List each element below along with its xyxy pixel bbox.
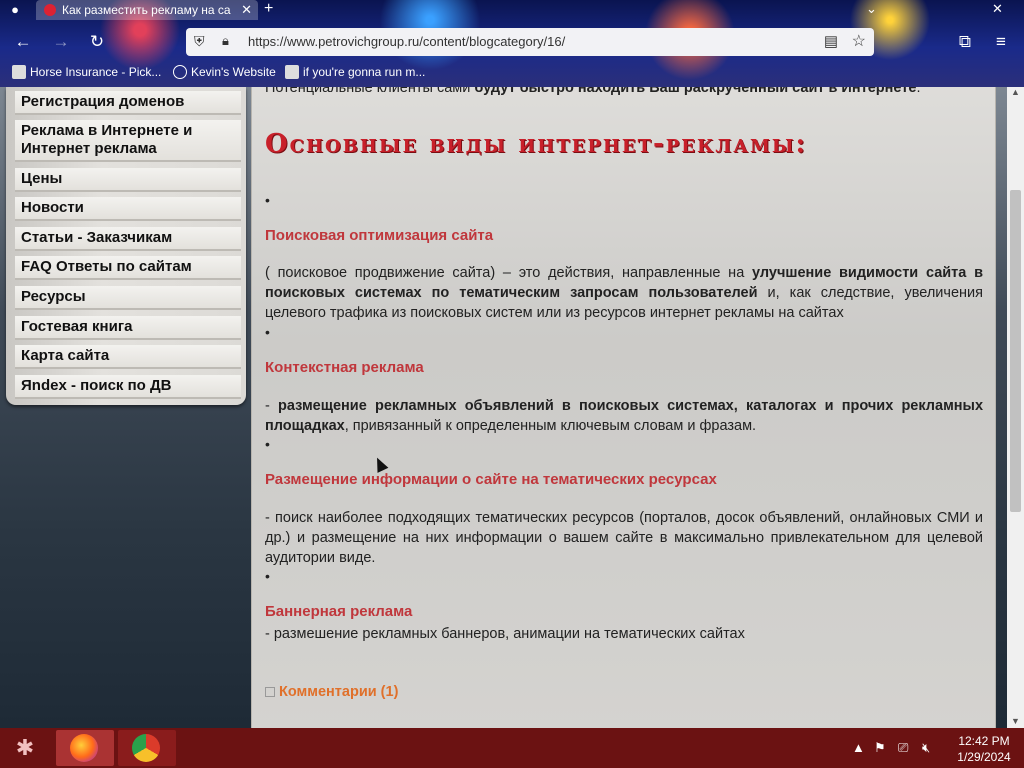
sidebar-item-resources[interactable]: Ресурсы xyxy=(15,286,241,310)
sidebar-item-faq[interactable]: FAQ Ответы по сайтам xyxy=(15,256,241,280)
section-text: - поиск наиболее подходящих тематических… xyxy=(265,510,983,566)
scroll-up-icon[interactable]: ▲ xyxy=(1011,87,1020,97)
bookmark-item[interactable]: Kevin's Website xyxy=(173,65,276,79)
globe-icon xyxy=(173,65,187,79)
article-content: Потенциальные клиенты сами будут быстро … xyxy=(251,87,996,728)
window-close-icon[interactable]: ✕ xyxy=(992,0,1003,18)
back-icon[interactable]: ← xyxy=(12,31,34,53)
tab-title: Как разместить рекламу на са xyxy=(62,3,231,17)
sidebar-item-internet-ads[interactable]: Реклама в Интернете и Интернет реклама xyxy=(15,120,241,162)
sidebar-item-sitemap[interactable]: Карта сайта xyxy=(15,345,241,369)
list-bullet: • xyxy=(265,568,270,584)
scrollbar-thumb[interactable] xyxy=(1010,190,1021,512)
site-favicon-icon xyxy=(44,4,56,16)
flag-icon[interactable]: ⚑ xyxy=(874,740,886,756)
volume-muted-icon[interactable]: 🔇︎ xyxy=(922,740,930,756)
section-title: Размещение информации о сайте на тематич… xyxy=(265,471,717,488)
comments-link[interactable]: Комментарии (1) xyxy=(265,684,398,700)
section-title: Поисковая оптимизация сайта xyxy=(265,227,494,244)
intro-text: Потенциальные клиенты сами будут быстро … xyxy=(265,87,921,96)
browser-chrome: ● Как разместить рекламу на са ✕ + ⌄ ✕ ←… xyxy=(0,0,1024,87)
tray-expand-icon[interactable]: ▲ xyxy=(852,740,865,755)
bookmark-favicon-icon xyxy=(12,65,26,79)
tab-strip: ● Как разместить рекламу на са ✕ + ⌄ ✕ xyxy=(0,0,1024,20)
new-tab-icon[interactable]: + xyxy=(264,0,273,18)
lock-icon[interactable]: 🔒︎ xyxy=(222,33,229,49)
url-bar[interactable]: ⛨ 🔒︎ https://www.petrovichgroup.ru/conte… xyxy=(186,28,874,56)
sidebar-item-yandex[interactable]: Яndex - поиск по ДВ xyxy=(15,375,241,399)
list-tabs-icon[interactable]: ⌄ xyxy=(866,0,877,18)
reload-icon[interactable]: ↻ xyxy=(86,31,108,53)
chrome-icon xyxy=(132,734,160,762)
comment-icon xyxy=(265,687,275,697)
section-text: - размещение рекламных объявлений в поис… xyxy=(265,398,984,434)
list-bullet: • xyxy=(265,436,270,452)
page-title: Основные виды интернет-рекламы: xyxy=(265,129,808,159)
list-bullet: • xyxy=(265,192,270,208)
tracking-shield-icon[interactable]: ⛨ xyxy=(194,33,205,50)
web-page: Регистрация доменов Реклама в Интернете … xyxy=(0,87,1007,728)
section-title: Контекстная реклама xyxy=(265,359,424,376)
tab-active[interactable]: Как разместить рекламу на са ✕ xyxy=(36,0,258,20)
taskbar-firefox[interactable] xyxy=(56,730,114,766)
page-scrollbar[interactable]: ▲ ▼ xyxy=(1007,87,1024,728)
clock-date: 1/29/2024 xyxy=(957,750,1011,764)
taskbar: ✱ ▲ ⚑ ⎚ 🔇︎ 12:42 PM 1/29/2024 xyxy=(0,728,1024,768)
sidebar-item-news[interactable]: Новости xyxy=(15,197,241,221)
scroll-down-icon[interactable]: ▼ xyxy=(1011,716,1020,726)
reader-view-icon[interactable]: ▤ xyxy=(824,32,838,50)
bookmark-favicon-icon xyxy=(285,65,299,79)
forward-icon[interactable]: → xyxy=(50,31,72,53)
sidebar-item-prices[interactable]: Цены xyxy=(15,168,241,192)
bookmark-star-icon[interactable]: ☆ xyxy=(852,31,866,51)
bookmark-item[interactable]: Horse Insurance - Pick... xyxy=(12,65,161,79)
start-button-icon[interactable]: ✱ xyxy=(8,732,42,764)
extensions-icon[interactable]: ⧉ xyxy=(954,31,976,53)
bookmark-item[interactable]: if you're gonna run m... xyxy=(285,65,425,79)
section-text: ( поисковое продвижение сайта) – это дей… xyxy=(265,265,983,321)
menu-hamburger-icon[interactable]: ≡ xyxy=(990,31,1012,53)
url-text[interactable]: https://www.petrovichgroup.ru/content/bl… xyxy=(248,34,565,49)
bookmarks-bar: Horse Insurance - Pick... Kevin's Websit… xyxy=(0,62,1024,84)
sidebar-item-articles[interactable]: Статьи - Заказчикам xyxy=(15,227,241,251)
firefox-icon xyxy=(70,734,98,762)
clock-time: 12:42 PM xyxy=(958,734,1010,748)
section-text: - размешение рекламных баннеров, анимаци… xyxy=(265,626,745,642)
sidebar-item-domains[interactable]: Регистрация доменов xyxy=(15,91,241,115)
list-bullet: • xyxy=(265,324,270,340)
network-icon[interactable]: ⎚ xyxy=(898,740,908,756)
firefox-menu-icon[interactable]: ● xyxy=(6,1,24,19)
taskbar-chrome[interactable] xyxy=(118,730,176,766)
sidebar-menu: Регистрация доменов Реклама в Интернете … xyxy=(6,87,246,405)
section-title: Баннерная реклама xyxy=(265,603,413,620)
tab-close-icon[interactable]: ✕ xyxy=(241,0,252,20)
clock[interactable]: 12:42 PM 1/29/2024 xyxy=(952,733,1016,765)
sidebar-item-guestbook[interactable]: Гостевая книга xyxy=(15,316,241,340)
